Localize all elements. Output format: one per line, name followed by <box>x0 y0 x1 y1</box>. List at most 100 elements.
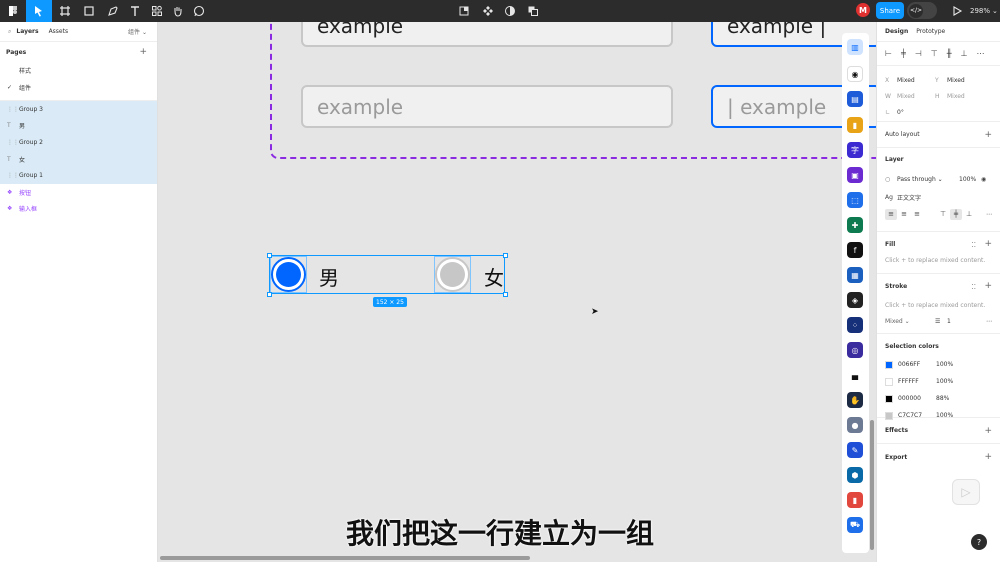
align-text-bottom-icon[interactable]: ⊥ <box>963 209 975 220</box>
add-effect-icon[interactable]: + <box>984 426 992 436</box>
plugin-frame-icon[interactable]: ⬚ <box>847 192 863 208</box>
layer-item[interactable]: T 女 <box>0 150 157 168</box>
add-stroke-icon[interactable]: + <box>984 281 992 291</box>
dev-mode-toggle[interactable]: </> <box>907 2 937 19</box>
more-options-icon[interactable]: ⋯ <box>986 211 992 218</box>
rotation-field[interactable]: 0° <box>897 109 904 116</box>
style-grid-icon[interactable]: ⁚⁚ <box>972 283 976 291</box>
plugin-grid-icon[interactable]: ▦ <box>847 267 863 283</box>
x-field[interactable]: Mixed <box>897 77 935 84</box>
resize-handle[interactable] <box>267 253 272 258</box>
color-row[interactable]: FFFFFF 100% <box>877 373 1000 390</box>
page-item[interactable]: 样式 <box>0 62 157 79</box>
plugin-pen-icon[interactable]: ✎ <box>847 442 863 458</box>
add-page-icon[interactable]: + <box>139 47 147 57</box>
comment-icon[interactable] <box>188 0 210 22</box>
align-right-icon[interactable]: ⊣ <box>915 49 922 58</box>
align-left-icon[interactable]: ⊢ <box>885 49 892 58</box>
plugin-eye-icon[interactable]: ◉ <box>847 66 863 82</box>
plugin-fonts-icon[interactable]: f <box>847 242 863 258</box>
plugin-layout-icon[interactable]: ▥ <box>847 39 863 55</box>
plugin-film-icon[interactable]: ▮ <box>847 117 863 133</box>
plugin-hand-icon[interactable]: ✋ <box>847 392 863 408</box>
page-switcher[interactable]: 组件 ⌄ <box>128 27 147 36</box>
input-example-placeholder[interactable]: example <box>301 85 673 128</box>
y-field[interactable]: Mixed <box>947 77 965 84</box>
frame-tool-icon[interactable] <box>54 0 76 22</box>
plugin-font-icon[interactable]: 字 <box>847 142 863 158</box>
opacity-field[interactable]: 100% <box>959 176 981 183</box>
add-fill-icon[interactable]: + <box>984 239 992 249</box>
resize-handle[interactable] <box>503 253 508 258</box>
plugin-twitch-icon[interactable]: ▣ <box>847 167 863 183</box>
plugin-chart-icon[interactable]: ▮ <box>847 492 863 508</box>
color-swatch[interactable] <box>885 394 893 403</box>
stroke-weight-field[interactable]: 1 <box>947 318 951 325</box>
align-text-right-icon[interactable]: ≡ <box>911 209 923 220</box>
layer-item[interactable]: ⋮⋮ Group 3 <box>0 101 157 118</box>
h-field[interactable]: Mixed <box>947 93 965 100</box>
hand-tool-icon[interactable] <box>167 0 189 22</box>
align-center-h-icon[interactable]: ╪ <box>901 49 906 58</box>
more-options-icon[interactable]: ⋯ <box>986 318 992 325</box>
align-text-middle-icon[interactable]: ╪ <box>950 208 962 220</box>
move-tool-icon[interactable] <box>26 0 52 22</box>
present-icon[interactable] <box>946 0 968 22</box>
add-export-icon[interactable]: + <box>984 452 992 462</box>
text-tool-icon[interactable] <box>124 0 146 22</box>
align-text-center-icon[interactable]: ≡ <box>898 209 910 220</box>
tab-design[interactable]: Design <box>885 28 908 35</box>
plugin-cube-icon[interactable]: ⬢ <box>847 467 863 483</box>
add-auto-layout-icon[interactable]: + <box>984 130 992 140</box>
main-menu-icon[interactable] <box>2 0 24 22</box>
horizontal-scrollbar[interactable] <box>160 556 530 560</box>
plugin-avatar-icon[interactable]: ● <box>847 417 863 433</box>
blend-mode-dropdown[interactable]: Pass through ⌄ <box>897 176 959 183</box>
tab-assets[interactable]: Assets <box>49 28 69 35</box>
share-button[interactable]: Share <box>876 2 904 19</box>
color-row[interactable]: 000000 88% <box>877 390 1000 407</box>
resize-handle[interactable] <box>503 292 508 297</box>
shape-tool-icon[interactable] <box>78 0 100 22</box>
color-swatch[interactable] <box>885 360 893 369</box>
page-item-current[interactable]: ✓ 组件 <box>0 79 157 96</box>
canvas[interactable]: example example | example | example 男 女 … <box>158 22 876 562</box>
component-icon[interactable] <box>477 0 499 22</box>
boolean-icon[interactable] <box>522 0 544 22</box>
layer-item[interactable]: ❖ 按钮 <box>0 184 157 201</box>
align-text-left-icon[interactable]: ≡ <box>885 208 897 220</box>
plugin-lifebuoy-icon[interactable]: ✚ <box>847 217 863 233</box>
align-top-icon[interactable]: ⊤ <box>931 49 938 58</box>
distribute-icon[interactable]: ⋯ <box>977 49 985 58</box>
layer-item[interactable]: ⋮⋮ Group 1 <box>0 167 157 184</box>
plugin-document-icon[interactable]: ▤ <box>847 91 863 107</box>
layer-item[interactable]: ❖ 输入框 <box>0 201 157 218</box>
resize-handle[interactable] <box>267 292 272 297</box>
plugin-box-icon[interactable]: ▄ <box>847 367 863 383</box>
plugin-dots-icon[interactable]: ⁘ <box>847 317 863 333</box>
selection-bounds[interactable] <box>269 255 505 294</box>
pen-tool-icon[interactable] <box>102 0 124 22</box>
resources-icon[interactable] <box>146 0 168 22</box>
mask-icon[interactable] <box>499 0 521 22</box>
zoom-level[interactable]: 298% ⌄ <box>970 0 998 22</box>
style-grid-icon[interactable]: ⁚⁚ <box>972 241 976 249</box>
stroke-position-dropdown[interactable]: Mixed ⌄ <box>885 318 935 325</box>
crop-icon[interactable] <box>453 0 475 22</box>
layer-item[interactable]: ⋮⋮ Group 2 <box>0 134 157 151</box>
layer-item[interactable]: T 男 <box>0 117 157 135</box>
text-style-value[interactable]: 正文文字 <box>897 193 921 202</box>
align-bottom-icon[interactable]: ⊥ <box>961 49 968 58</box>
color-row[interactable]: 0066FF 100% <box>877 356 1000 373</box>
input-example-filled[interactable]: example <box>301 22 673 47</box>
w-field[interactable]: Mixed <box>897 93 935 100</box>
tab-layers[interactable]: Layers <box>16 28 38 35</box>
tab-prototype[interactable]: Prototype <box>916 28 945 35</box>
align-center-v-icon[interactable]: ╫ <box>947 49 952 58</box>
user-avatar[interactable]: M <box>856 3 870 17</box>
plugin-circle-icon[interactable]: ◎ <box>847 342 863 358</box>
plugin-gradient-icon[interactable]: ◈ <box>847 292 863 308</box>
visibility-eye-icon[interactable]: ◉ <box>981 176 986 183</box>
align-text-top-icon[interactable]: ⊤ <box>937 209 949 220</box>
color-swatch[interactable] <box>885 377 893 386</box>
